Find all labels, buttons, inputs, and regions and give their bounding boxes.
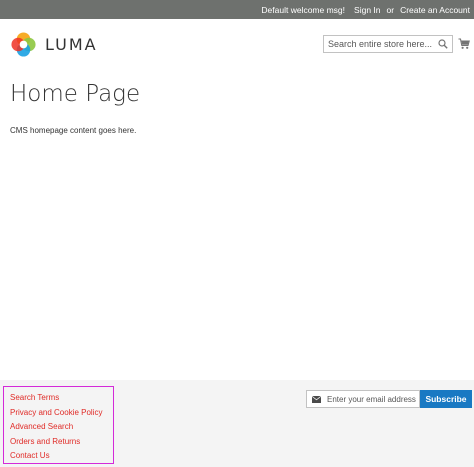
store-logo[interactable]: LUMA xyxy=(10,31,98,58)
welcome-message: Default welcome msg! xyxy=(261,4,346,15)
search-box[interactable] xyxy=(323,35,453,53)
logo-text: LUMA xyxy=(45,35,98,54)
footer: Search Terms Privacy and Cookie Policy A… xyxy=(0,380,474,467)
footer-link-contact-us[interactable]: Contact Us xyxy=(10,449,113,464)
luma-logo-icon xyxy=(11,32,36,57)
search-input[interactable] xyxy=(328,36,436,52)
footer-link-orders-returns[interactable]: Orders and Returns xyxy=(10,435,113,450)
subscribe-button[interactable]: Subscribe xyxy=(420,390,472,408)
top-bar: Default welcome msg! Sign In or Create a… xyxy=(0,0,474,19)
footer-link-privacy-policy[interactable]: Privacy and Cookie Policy xyxy=(10,406,113,421)
newsletter-email-box[interactable] xyxy=(306,390,420,408)
footer-link-advanced-search[interactable]: Advanced Search xyxy=(10,420,113,435)
footer-links: Search Terms Privacy and Cookie Policy A… xyxy=(3,386,114,464)
mail-icon xyxy=(312,395,321,403)
header: LUMA xyxy=(0,19,474,71)
newsletter-form: Subscribe xyxy=(306,390,472,408)
newsletter-email-input[interactable] xyxy=(327,392,419,406)
create-account-link[interactable]: Create an Account xyxy=(400,5,470,15)
or-separator: or xyxy=(386,4,395,15)
search-icon[interactable] xyxy=(438,39,448,49)
footer-link-search-terms[interactable]: Search Terms xyxy=(10,391,113,406)
sign-in-link[interactable]: Sign In xyxy=(354,5,380,15)
page-title: Home Page xyxy=(10,81,141,107)
cms-content: CMS homepage content goes here. xyxy=(10,126,137,135)
cart-icon[interactable] xyxy=(458,38,470,50)
